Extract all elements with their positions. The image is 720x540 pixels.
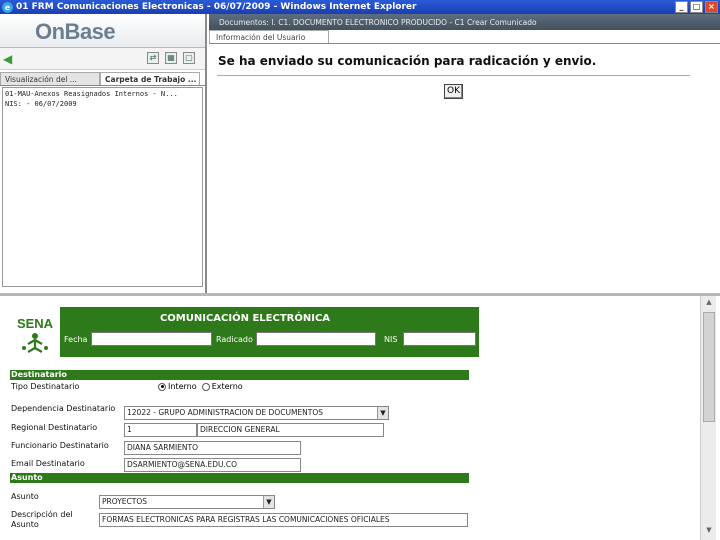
internet-explorer-icon: e — [2, 1, 13, 13]
window-controls: _ □ × — [675, 1, 718, 13]
left-tabs: Visualización del ... Carpeta de Trabajo… — [0, 72, 205, 86]
chevron-down-icon[interactable]: ▼ — [377, 407, 388, 419]
list-item[interactable]: 01-MAU-Anexos Reasignados Internos - N..… — [5, 89, 200, 99]
split-view-icon[interactable]: ▦ — [165, 52, 177, 64]
chevron-down-icon[interactable]: ▼ — [263, 496, 274, 508]
ok-button[interactable]: OK — [444, 84, 463, 99]
descripcion-input[interactable]: FORMAS ELECTRONICAS PARA REGISTRAS LAS C… — [99, 513, 468, 527]
dependencia-select[interactable]: 12022 - GRUPO ADMINISTRACION DE DOCUMENT… — [124, 406, 389, 420]
divider — [217, 75, 690, 76]
tab-carpeta-trabajo[interactable]: Carpeta de Trabajo ... — [100, 72, 200, 85]
right-tabs: Información del Usuario — [209, 30, 720, 44]
regional-label: Regional Destinatario — [11, 423, 98, 432]
funcionario-input[interactable]: DIANA SARMIENTO — [124, 441, 301, 455]
logo-area: OnBase — [0, 14, 205, 48]
sena-logo: SENA — [17, 316, 54, 353]
document-bar: Documentos: I. C1. DOCUMENTO ELECTRONICO… — [209, 14, 720, 30]
tab-visualizacion[interactable]: Visualización del ... — [0, 72, 100, 85]
regional-code-input[interactable]: 1 — [124, 423, 197, 437]
vertical-scrollbar[interactable]: ▲ ▼ — [700, 296, 716, 540]
radio-externo[interactable] — [201, 382, 210, 391]
back-arrow-icon[interactable]: ◀ — [3, 52, 12, 66]
scroll-thumb[interactable] — [703, 312, 715, 422]
dependencia-label: Dependencia Destinatario — [11, 404, 116, 413]
regional-name-input[interactable]: DIRECCION GENERAL — [197, 423, 384, 437]
fecha-field[interactable] — [91, 332, 212, 346]
close-button[interactable]: × — [705, 1, 718, 13]
tipo-radio-group: Interno Externo — [158, 382, 243, 391]
window-title: 01 FRM Comunicaciones Electronicas - 06/… — [16, 2, 417, 12]
funcionario-label: Funcionario Destinatario — [11, 441, 109, 450]
minimize-button[interactable]: _ — [675, 1, 688, 13]
nis-field[interactable] — [403, 332, 476, 346]
email-input[interactable]: DSARMIENTO@SENA.EDU.CO — [124, 458, 301, 472]
confirmation-message: Se ha enviado su comunicación para radic… — [218, 54, 597, 68]
radio-interno[interactable] — [158, 382, 166, 391]
svg-text:SENA: SENA — [17, 316, 54, 331]
window-icon[interactable]: ▢ — [183, 52, 195, 64]
asunto-select[interactable]: PROYECTOS ▼ — [99, 495, 275, 509]
communication-form: SENA COMUNICACIÓN ELECTRÓNICA Fecha Radi… — [0, 296, 720, 540]
tab-informacion-usuario[interactable]: Información del Usuario — [209, 30, 329, 43]
sync-icon[interactable]: ⇄ — [147, 52, 159, 64]
section-destinatario: Destinatario — [10, 370, 469, 380]
asunto-label: Asunto — [11, 492, 39, 501]
list-item[interactable]: NIS: - 06/07/2009 — [5, 99, 200, 109]
onbase-logo: OnBase — [35, 19, 116, 44]
document-list: 01-MAU-Anexos Reasignados Internos - N..… — [2, 87, 203, 287]
tipo-label: Tipo Destinatario — [11, 382, 80, 391]
form-header: COMUNICACIÓN ELECTRÓNICA Fecha Radicado … — [60, 307, 479, 357]
radicado-label: Radicado — [216, 335, 253, 344]
fecha-label: Fecha — [64, 335, 88, 344]
nis-label: NIS — [384, 335, 398, 344]
form-title: COMUNICACIÓN ELECTRÓNICA — [159, 313, 331, 324]
nav-toolbar: ◀ ⇄ ▦ ▢ — [0, 48, 205, 70]
maximize-button[interactable]: □ — [690, 1, 703, 13]
right-panel: Documentos: I. C1. DOCUMENTO ELECTRONICO… — [209, 14, 720, 293]
window-titlebar: e 01 FRM Comunicaciones Electronicas - 0… — [0, 0, 720, 14]
radicado-field[interactable] — [256, 332, 376, 346]
scroll-down-icon[interactable]: ▼ — [703, 526, 715, 538]
left-panel: OnBase ◀ ⇄ ▦ ▢ Visualización del ... Car… — [0, 14, 207, 293]
scroll-up-icon[interactable]: ▲ — [703, 298, 715, 310]
descripcion-label: Descripción del Asunto — [11, 510, 73, 529]
radio-externo-label: Externo — [211, 382, 243, 391]
section-asunto: Asunto — [10, 473, 469, 483]
radio-interno-label: Interno — [168, 382, 197, 391]
onbase-client: OnBase ◀ ⇄ ▦ ▢ Visualización del ... Car… — [0, 14, 720, 293]
email-label: Email Destinatario — [11, 459, 85, 468]
